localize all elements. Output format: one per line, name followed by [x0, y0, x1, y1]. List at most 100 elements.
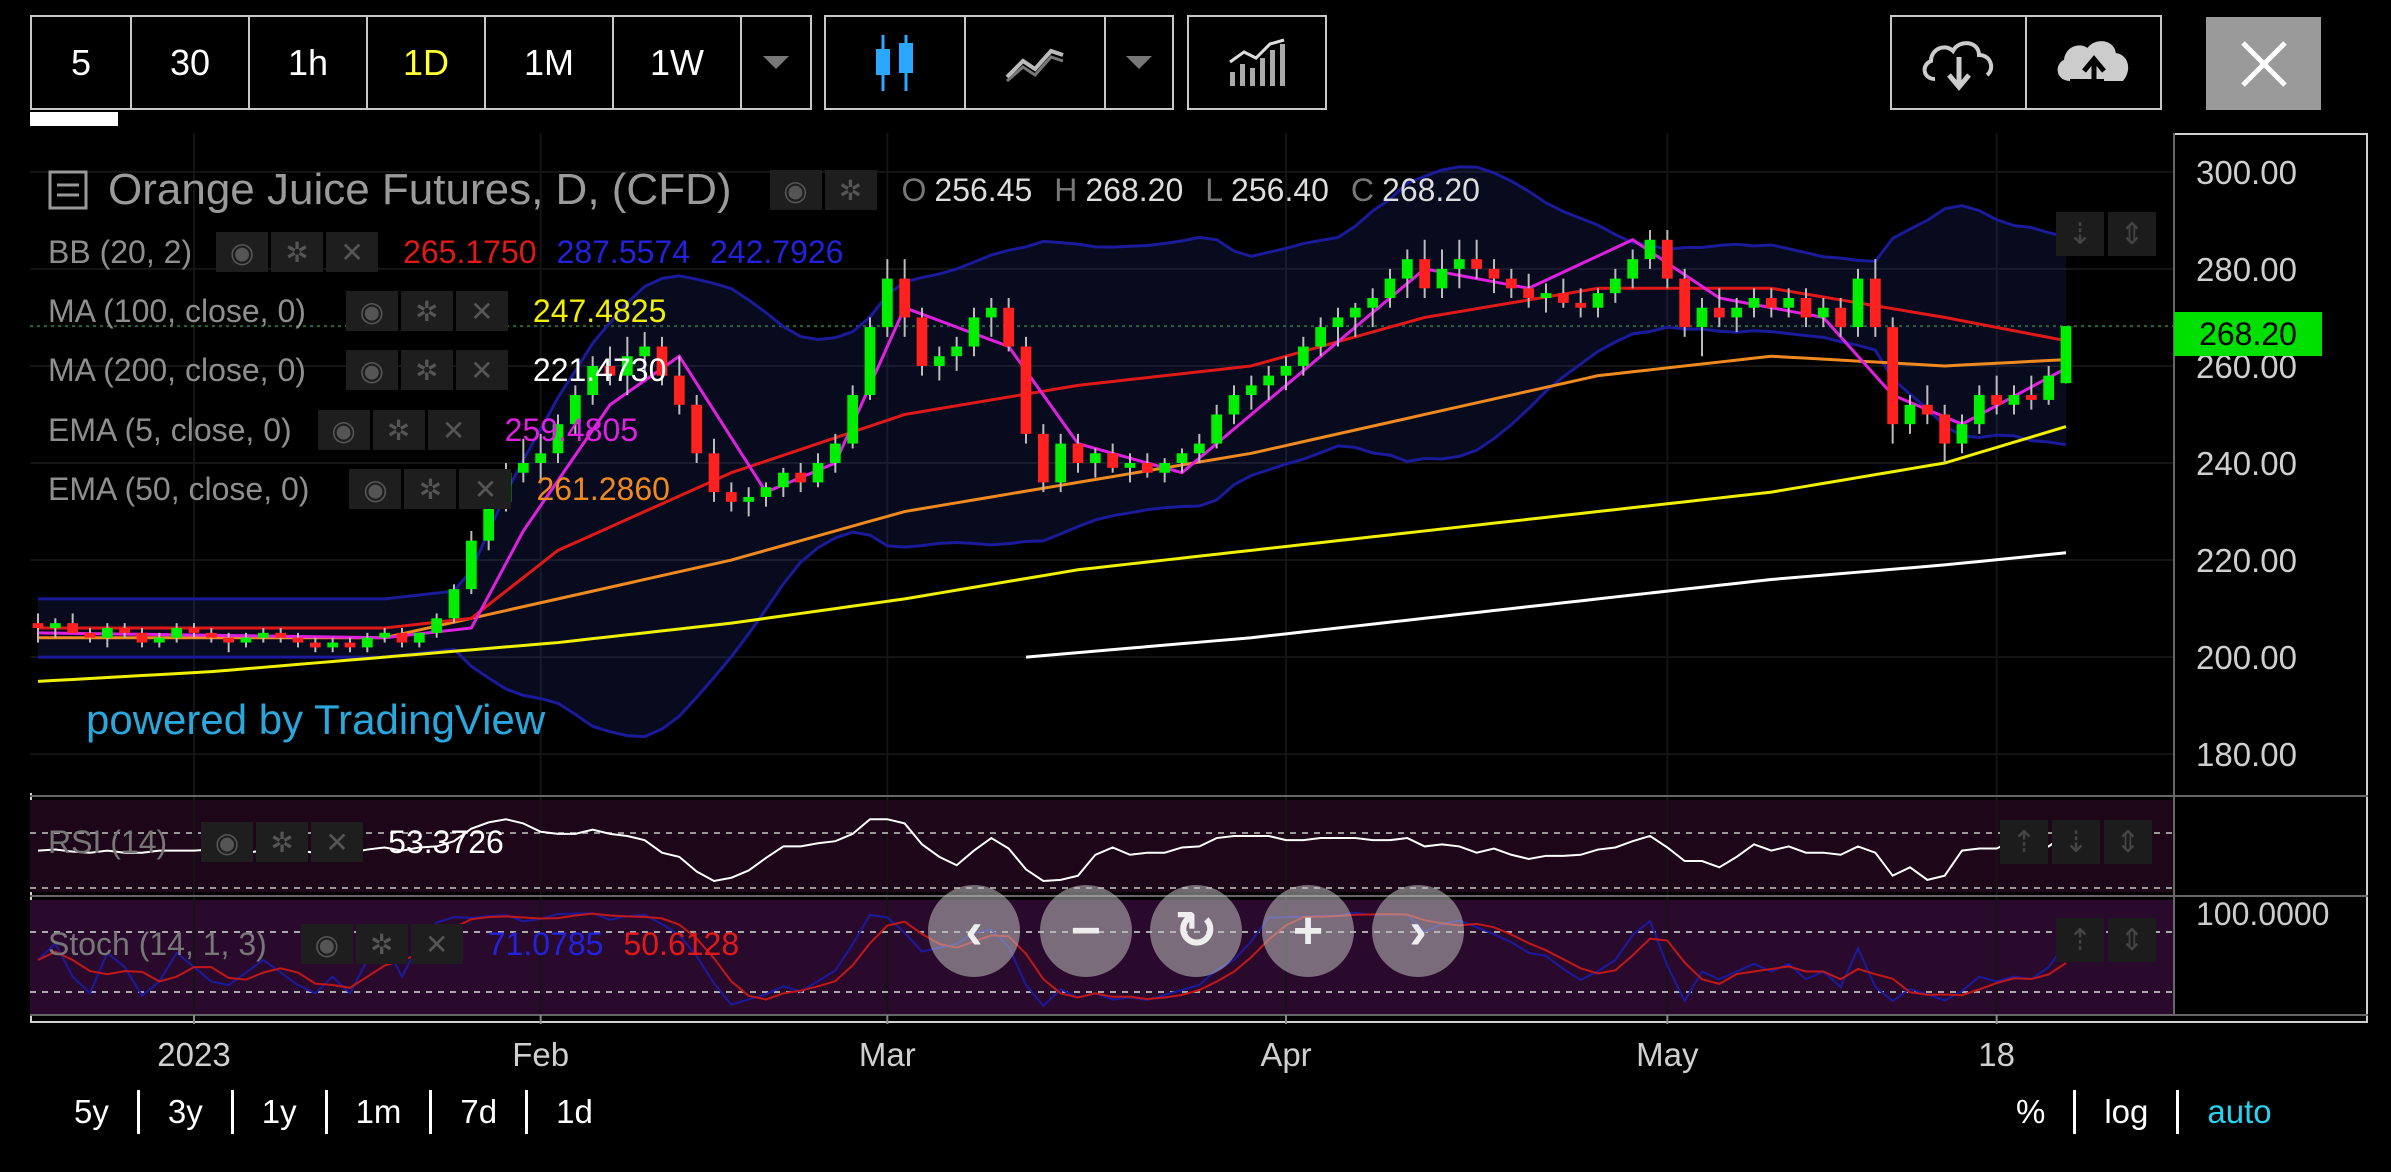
- gear-icon[interactable]: ✲: [271, 232, 324, 272]
- eye-icon[interactable]: ◉: [317, 410, 370, 450]
- legend-rsi-value: 53.3726: [388, 823, 504, 860]
- candle-body: [1436, 268, 1448, 289]
- gear-icon[interactable]: ✲: [372, 410, 425, 450]
- arrow-down-icon[interactable]: ⇣: [2056, 212, 2104, 256]
- legend-bb-label: BB (20, 2): [48, 233, 193, 270]
- candle-body: [1367, 298, 1379, 308]
- arrow-up-icon[interactable]: ⇡: [2056, 918, 2104, 962]
- gear-icon[interactable]: ✲: [400, 350, 453, 390]
- legend-rsi-controls: ◉ ✲ ✕: [201, 822, 366, 862]
- gear-icon[interactable]: ✲: [256, 822, 309, 862]
- eye-icon[interactable]: ◉: [201, 822, 254, 862]
- candle-body: [1401, 259, 1413, 279]
- range-1d-button[interactable]: 1d: [556, 1093, 593, 1131]
- arrow-up-down-icon[interactable]: ⇕: [2108, 918, 2156, 962]
- arrow-up-icon[interactable]: ⇡: [2000, 820, 2048, 864]
- arrow-up-down-icon[interactable]: ⇕: [2108, 212, 2156, 256]
- candle-body: [968, 317, 980, 347]
- candle-body: [691, 404, 703, 454]
- reset-chart-button[interactable]: ↻: [1150, 885, 1242, 977]
- scroll-right-button[interactable]: ›: [1372, 885, 1464, 977]
- gear-icon[interactable]: ✲: [355, 924, 408, 964]
- candle-body: [2008, 395, 2020, 405]
- candle-body: [396, 632, 408, 643]
- candle-body: [1297, 346, 1309, 366]
- eye-icon[interactable]: ◉: [769, 170, 822, 210]
- legend-ema5-controls: ◉ ✲ ✕: [317, 410, 483, 450]
- ohlc-open-label: O: [901, 171, 927, 208]
- separator: [429, 1090, 433, 1134]
- close-icon[interactable]: ✕: [455, 350, 508, 390]
- y-tick-label: 200.00: [2196, 639, 2297, 676]
- legend-stoch-d: 50.6128: [623, 925, 740, 962]
- percent-scale-button[interactable]: %: [2016, 1093, 2045, 1131]
- candle-body: [1141, 463, 1153, 473]
- candle-body: [725, 492, 737, 502]
- zoom-out-button[interactable]: −: [1040, 885, 1132, 977]
- range-5y-button[interactable]: 5y: [74, 1093, 109, 1131]
- eye-icon[interactable]: ◉: [216, 232, 269, 272]
- close-icon[interactable]: ✕: [455, 291, 508, 331]
- range-1y-button[interactable]: 1y: [262, 1093, 297, 1131]
- close-icon[interactable]: ✕: [326, 232, 379, 272]
- eye-icon[interactable]: ◉: [300, 924, 353, 964]
- candle-body: [292, 637, 304, 643]
- separator: [324, 1090, 328, 1134]
- collapse-legend-icon[interactable]: [48, 170, 88, 210]
- close-icon[interactable]: ✕: [427, 410, 480, 450]
- candle-body: [864, 327, 876, 396]
- arrow-up-down-icon[interactable]: ⇕: [2104, 820, 2152, 864]
- eye-icon[interactable]: ◉: [345, 291, 398, 331]
- candle-body: [1575, 302, 1587, 308]
- y-tick-label: 240.00: [2196, 445, 2297, 482]
- candle-body: [49, 623, 61, 628]
- close-icon[interactable]: ✕: [459, 469, 512, 509]
- range-7d-button[interactable]: 7d: [460, 1093, 497, 1131]
- legend-ema50-value: 261.2860: [536, 470, 670, 507]
- y-tick-label: 220.00: [2196, 542, 2297, 579]
- legend-ma100: MA (100, close, 0) ◉ ✲ ✕ 247.4825: [48, 291, 666, 331]
- candle-body: [1349, 307, 1361, 318]
- close-icon[interactable]: ✕: [311, 822, 364, 862]
- legend-ma200-controls: ◉ ✲ ✕: [345, 350, 511, 390]
- arrow-down-icon[interactable]: ⇣: [2052, 820, 2100, 864]
- candle-body: [101, 628, 113, 638]
- candle-body: [985, 307, 997, 318]
- candle-body: [1904, 404, 1916, 425]
- candle: [1037, 424, 1049, 493]
- symbol-controls: ◉ ✲: [769, 170, 880, 210]
- scroll-left-button[interactable]: ‹: [928, 885, 1020, 977]
- candle-body: [257, 632, 269, 638]
- chart-header: Orange Juice Futures, D, (CFD) ◉ ✲ O 256.…: [48, 162, 1480, 218]
- tradingview-watermark[interactable]: powered by TradingView: [86, 696, 545, 744]
- range-1m-button[interactable]: 1m: [356, 1093, 402, 1131]
- log-scale-button[interactable]: log: [2104, 1093, 2148, 1131]
- legend-ma200: MA (200, close, 0) ◉ ✲ ✕ 221.4730: [48, 350, 666, 390]
- candle-body: [1211, 414, 1223, 444]
- candle-body: [240, 637, 252, 643]
- candle-body: [1921, 404, 1933, 415]
- auto-scale-button[interactable]: auto: [2207, 1093, 2271, 1131]
- candle-body: [1644, 239, 1656, 260]
- gear-icon[interactable]: ✲: [824, 170, 877, 210]
- close-icon[interactable]: ✕: [410, 924, 463, 964]
- zoom-in-button[interactable]: +: [1262, 885, 1354, 977]
- range-3y-button[interactable]: 3y: [168, 1093, 203, 1131]
- candle-body: [916, 317, 928, 366]
- candle-body: [1627, 259, 1639, 279]
- candle-body: [1869, 278, 1881, 328]
- y-tick-label: 180.00: [2196, 736, 2297, 773]
- legend-ema50-controls: ◉ ✲ ✕: [349, 469, 514, 509]
- candle-body: [379, 632, 391, 638]
- candle-body: [2025, 395, 2037, 400]
- legend-stoch-label: Stoch (14, 1, 3): [48, 925, 267, 962]
- gear-icon[interactable]: ✲: [400, 291, 453, 331]
- eye-icon[interactable]: ◉: [345, 350, 398, 390]
- gear-icon[interactable]: ✲: [404, 469, 457, 509]
- eye-icon[interactable]: ◉: [349, 469, 402, 509]
- legend-bb-middle: 265.1750: [403, 233, 537, 270]
- candle-body: [829, 443, 841, 463]
- legend-ma100-value: 247.4825: [532, 292, 667, 329]
- separator: [2176, 1090, 2180, 1134]
- candle-body: [1332, 317, 1344, 328]
